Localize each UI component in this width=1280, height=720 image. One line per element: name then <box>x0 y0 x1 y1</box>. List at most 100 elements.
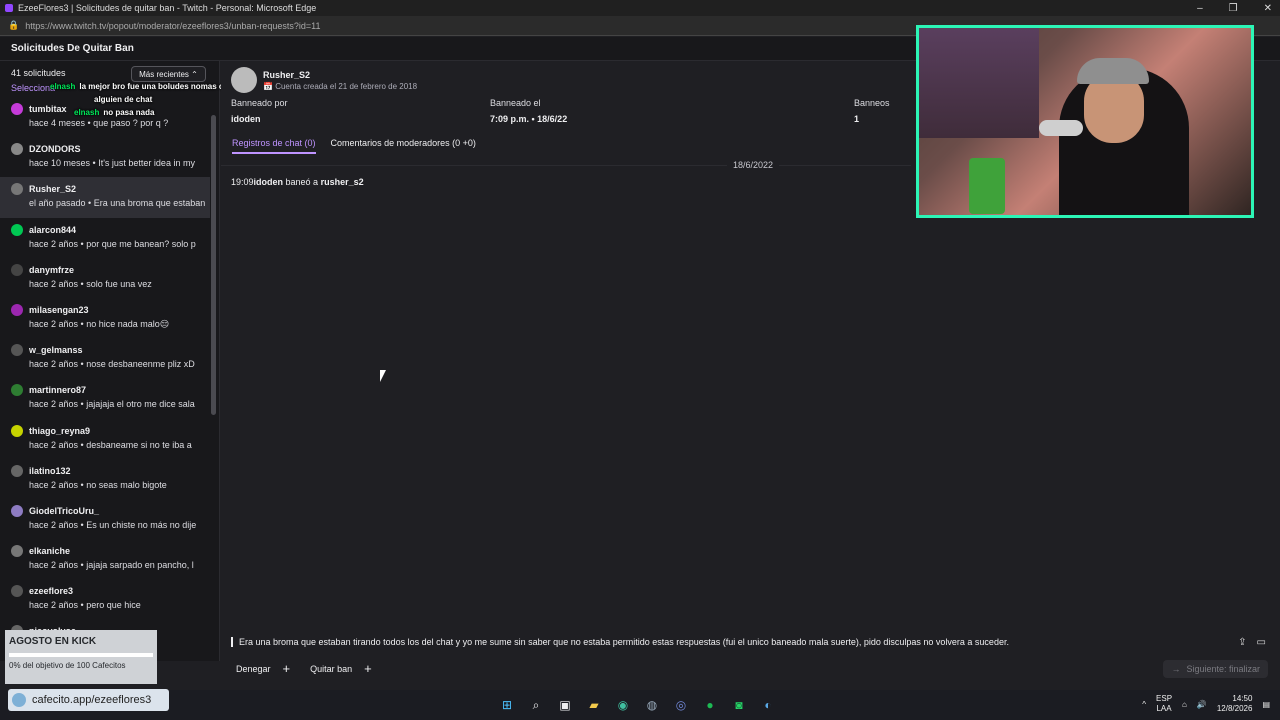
log-action: baneó a <box>283 177 321 187</box>
list-item-preview: hace 10 meses • It's just better idea in… <box>29 158 195 169</box>
avatar <box>11 344 23 357</box>
date-divider <box>221 165 911 166</box>
bans-block: Banneos 1 <box>854 98 890 124</box>
whatsapp-icon[interactable]: ◙ <box>730 696 748 714</box>
lang-layout: LAA <box>1156 704 1172 713</box>
maximize-button[interactable]: ❐ <box>1229 3 1238 14</box>
minimize-button[interactable]: – <box>1197 3 1203 14</box>
app-icon[interactable]: ◐ <box>759 696 777 714</box>
list-item-username: martinnero87 <box>29 385 87 396</box>
window-titlebar: EzeeFlores3 | Solicitudes de quitar ban … <box>0 0 1280 16</box>
scrollbar-thumb[interactable] <box>211 115 216 415</box>
list-item[interactable]: ilatino132 hace 2 años • no seas malo big… <box>0 459 210 499</box>
list-item-header: w_gelmanss <box>11 342 210 358</box>
cafecito-logo-icon <box>12 693 26 707</box>
next-finish-button[interactable]: → Siguiente: finalizar <box>1163 660 1268 678</box>
list-item[interactable]: Rusher_S2 el año pasado • Era una broma q… <box>0 177 210 218</box>
log-time: 19:09 <box>231 177 254 187</box>
list-item-username: danymfrze <box>29 264 75 275</box>
log-actor[interactable]: idoden <box>254 177 284 187</box>
chat-user: elnash <box>74 108 100 117</box>
unban-message: Era una broma que estaban tirando todos … <box>231 637 1009 647</box>
list-item-username: alarcon844 <box>29 224 77 235</box>
windows-start-icon[interactable]: ⊞ <box>498 696 516 714</box>
file-explorer-icon[interactable]: ▰ <box>585 696 603 714</box>
taskbar-apps: ⊞ ⌕ ▣ ▰ ◉ ◍ ◎ ● ◙ ◐ <box>498 696 777 714</box>
volume-icon[interactable]: 🔊 <box>1197 700 1207 709</box>
banned-at-block: Banneado el 7:09 p.m. • 18/6/22 <box>490 98 567 124</box>
avatar <box>11 545 23 558</box>
list-item[interactable]: ezeeflore3 hace 2 años • pero que hice <box>0 579 210 619</box>
avatar <box>11 424 23 437</box>
window-controls: – ❐ ✕ <box>1197 0 1272 16</box>
tab-mod-comments[interactable]: Comentarios de moderadores (0 +0) <box>331 138 476 154</box>
cafecito-url: cafecito.app/ezeeflores3 <box>32 694 152 706</box>
deny-button[interactable]: Denegar + <box>231 660 295 678</box>
avatar <box>11 504 23 517</box>
task-view-icon[interactable]: ▣ <box>556 696 574 714</box>
banned-by-block: Banneado por idoden <box>231 98 288 124</box>
list-item[interactable]: GiodelTricoUru_ hace 2 años • Es un chist… <box>0 499 210 539</box>
mouse-cursor-icon <box>380 370 386 382</box>
list-item[interactable]: DZONDORS hace 10 meses • It's just better… <box>0 137 210 177</box>
avatar <box>11 143 23 156</box>
list-item-preview: hace 2 años • solo fue una vez <box>29 278 152 289</box>
list-item-username: GiodelTricoUru_ <box>29 505 100 516</box>
list-item[interactable]: alarcon844 hace 2 años • por que me banea… <box>0 218 210 258</box>
edge-icon[interactable]: ◉ <box>614 696 632 714</box>
tab-chat-logs[interactable]: Registros de chat (0) <box>232 138 316 154</box>
bans-value: 1 <box>854 114 860 124</box>
list-item-preview: hace 2 años • nose desbaneenme pliz xD <box>29 359 195 370</box>
discord-icon[interactable]: ◎ <box>672 696 690 714</box>
deny-label: Denegar <box>236 664 271 674</box>
twitch-favicon-icon <box>5 4 13 12</box>
select-link[interactable]: Selecciona <box>11 83 55 93</box>
clock[interactable]: 14:50 12/8/2026 <box>1217 694 1253 714</box>
list-item-username: milasengan23 <box>29 304 89 315</box>
sidebar-scrollbar[interactable] <box>210 105 217 660</box>
clock-date: 12/8/2026 <box>1216 704 1253 713</box>
log-date: 18/6/2022 <box>727 160 780 170</box>
list-item-username: w_gelmanss <box>29 345 83 356</box>
close-button[interactable]: ✕ <box>1264 3 1272 14</box>
chat-text: alguien de chat <box>94 95 153 104</box>
url-text[interactable]: https://www.twitch.tv/popout/moderator/e… <box>25 21 320 31</box>
goal-title: AGOSTO EN KICK <box>9 636 97 647</box>
steam-icon[interactable]: ◍ <box>643 696 661 714</box>
list-item-header: martinnero87 <box>11 382 210 398</box>
detail-username[interactable]: Rusher_S2 <box>263 70 417 80</box>
language-indicator[interactable]: ESP LAA <box>1156 694 1172 714</box>
network-icon[interactable]: ⌂ <box>1182 700 1187 709</box>
webcam-background <box>919 28 1039 138</box>
message-actions: ⇪ ▭ <box>1238 637 1266 648</box>
banned-at-value: 7:09 p.m. • 18/6/22 <box>490 114 568 124</box>
chevron-up-icon[interactable]: ^ <box>1142 700 1146 709</box>
lang-code: ESP <box>1156 694 1173 703</box>
list-item-preview: hace 2 años • por que me banean? solo p <box>29 238 196 249</box>
list-item-username: Rusher_S2 <box>29 184 77 195</box>
banned-by-value: idoden <box>231 114 261 124</box>
webcam-overlay <box>916 25 1254 218</box>
avatar <box>11 464 23 477</box>
cafecito-banner: cafecito.app/ezeeflores3 <box>8 689 169 711</box>
log-target[interactable]: rusher_s2 <box>321 177 364 187</box>
list-item[interactable]: martinnero87 hace 2 años • jajajaja el ot… <box>0 378 210 418</box>
request-sidebar: 41 solicitudes Más recientes ⌃ Seleccion… <box>0 61 220 661</box>
unban-button[interactable]: Quitar ban + <box>305 660 377 678</box>
unban-label: Quitar ban <box>310 664 353 674</box>
log-entry: 19:09idoden baneó a rusher_s2 <box>231 177 364 187</box>
list-item[interactable]: w_gelmansshace 2 años • nose desbaneenme… <box>0 338 210 378</box>
list-item[interactable]: thiago_reyna9 hace 2 años • desbaneame si… <box>0 419 210 459</box>
chat-icon[interactable]: ▭ <box>1257 637 1266 648</box>
list-item[interactable]: danymfrze hace 2 años • solo fue una vez <box>0 258 210 298</box>
list-item[interactable]: elkaniche hace 2 años • jajaja sarpado en… <box>0 539 210 579</box>
list-item[interactable]: milasengan23 hace 2 años • no hice nada m… <box>0 298 210 338</box>
spotify-icon[interactable]: ● <box>701 696 719 714</box>
avatar <box>11 585 23 598</box>
notification-icon[interactable]: ▤ <box>1262 700 1270 709</box>
search-icon[interactable]: ⌕ <box>527 696 545 714</box>
chat-text: la mejor bro fue una boludes nomas con <box>79 82 234 91</box>
share-icon[interactable]: ⇪ <box>1238 637 1246 648</box>
list-item-username: thiago_reyna9 <box>29 425 91 436</box>
decision-actions: Denegar + Quitar ban + <box>231 660 377 678</box>
